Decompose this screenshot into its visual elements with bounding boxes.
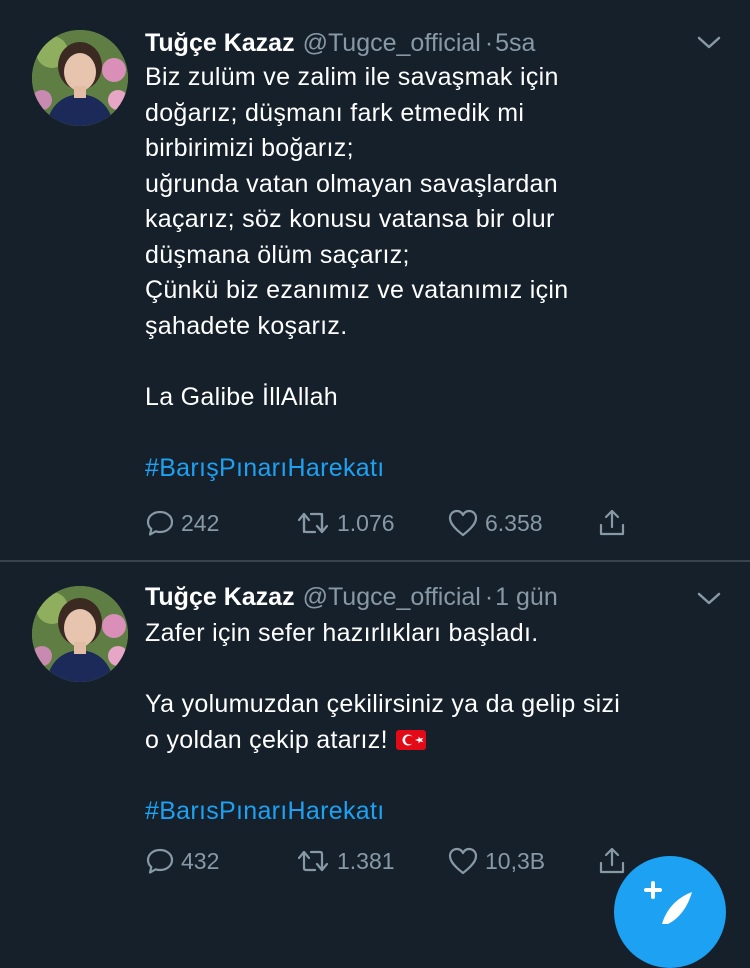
tweet-header: Tuğçe Kazaz @Tugce_official ·1 gün <box>145 582 670 612</box>
reply-icon <box>146 848 174 874</box>
reply-button[interactable]: 242 <box>145 506 219 540</box>
avatar-photo <box>32 30 128 126</box>
like-button[interactable]: 10,3B <box>447 844 545 878</box>
chevron-down-icon[interactable] <box>696 590 722 608</box>
tweet[interactable]: Tuğçe Kazaz @Tugce_official ·1 gün Zafer i… <box>0 562 750 910</box>
author-handle[interactable]: @Tugce_official <box>303 583 481 611</box>
author-handle[interactable]: @Tugce_official <box>303 29 481 57</box>
retweet-icon <box>297 850 329 872</box>
heart-icon <box>448 509 478 537</box>
tweet-text-line: kaçarız; söz konusu vatansa bir olur <box>145 205 555 233</box>
hashtag-link[interactable]: #BarışPınarıHarekatı <box>145 451 710 487</box>
tweet-text-line: La Galibe İllAllah <box>145 382 339 411</box>
like-count: 6.358 <box>485 509 543 536</box>
tweet[interactable]: Tuğçe Kazaz @Tugce_official ·5sa Biz zulüm… <box>0 0 750 560</box>
reply-button[interactable]: 432 <box>145 844 219 878</box>
share-button[interactable] <box>597 506 627 540</box>
turkey-flag-icon <box>395 729 426 750</box>
heart-icon <box>448 847 478 875</box>
reply-icon <box>146 510 174 536</box>
share-icon <box>599 509 625 536</box>
tweet-time[interactable]: 5sa <box>495 29 535 57</box>
separator-dot: · <box>484 583 494 611</box>
author-name[interactable]: Tuğçe Kazaz <box>145 29 295 57</box>
retweet-count: 1.381 <box>337 847 395 874</box>
separator-dot: · <box>484 29 494 57</box>
avatar[interactable] <box>32 586 128 682</box>
chevron-down-icon[interactable] <box>696 34 722 52</box>
like-count: 10,3B <box>485 847 546 874</box>
tweet-text-line: uğrunda vatan olmayan savaşlardan <box>145 169 558 198</box>
retweet-button[interactable]: 1.381 <box>295 844 395 878</box>
tweet-text: Zafer için sefer hazırlıkları başladı. Y… <box>145 616 710 829</box>
tweet-text-line: Zafer için sefer hazırlıkları başladı. <box>145 619 539 647</box>
reply-count: 432 <box>181 847 220 874</box>
retweet-button[interactable]: 1.076 <box>295 506 395 540</box>
share-icon <box>599 847 625 874</box>
compose-tweet-icon <box>644 881 692 924</box>
tweet-actions: 242 1.076 6.358 <box>145 506 645 540</box>
author-name[interactable]: Tuğçe Kazaz <box>145 583 295 611</box>
tweet-text-line: düşmana ölüm saçarız; <box>145 240 410 269</box>
tweet-text-line: birbirimizi boğarız; <box>145 134 354 162</box>
retweet-icon <box>297 512 329 534</box>
tweet-text-line: şahadete koşarız. <box>145 311 348 340</box>
avatar[interactable] <box>32 30 128 126</box>
tweet-text-line: doğarız; düşmanı fark etmedik mi <box>145 98 525 127</box>
tweet-text: Biz zulüm ve zalim ile savaşmak için doğ… <box>145 60 710 486</box>
tweet-text-line: o yoldan çekip atarız! <box>145 723 710 759</box>
tweet-text-line: Ya yolumuzdan çekilirsiniz ya da gelip s… <box>145 690 621 718</box>
tweet-text-line: Biz zulüm ve zalim ile savaşmak için <box>145 63 559 91</box>
tweet-text-fragment: o yoldan çekip atarız! <box>145 725 388 754</box>
tweet-text-line: Çünkü biz ezanımız ve vatanımız için <box>145 276 569 304</box>
compose-tweet-button[interactable] <box>614 856 726 968</box>
reply-count: 242 <box>181 509 220 536</box>
share-button[interactable] <box>597 844 627 878</box>
tweet-actions: 432 1.381 10,3B <box>145 844 645 878</box>
avatar-photo <box>32 586 128 682</box>
hashtag-link[interactable]: #BarısPınarıHarekatı <box>145 794 710 830</box>
like-button[interactable]: 6.358 <box>447 506 543 540</box>
tweet-header: Tuğçe Kazaz @Tugce_official ·5sa <box>145 28 670 58</box>
tweet-time[interactable]: 1 gün <box>495 583 558 611</box>
retweet-count: 1.076 <box>337 509 395 536</box>
